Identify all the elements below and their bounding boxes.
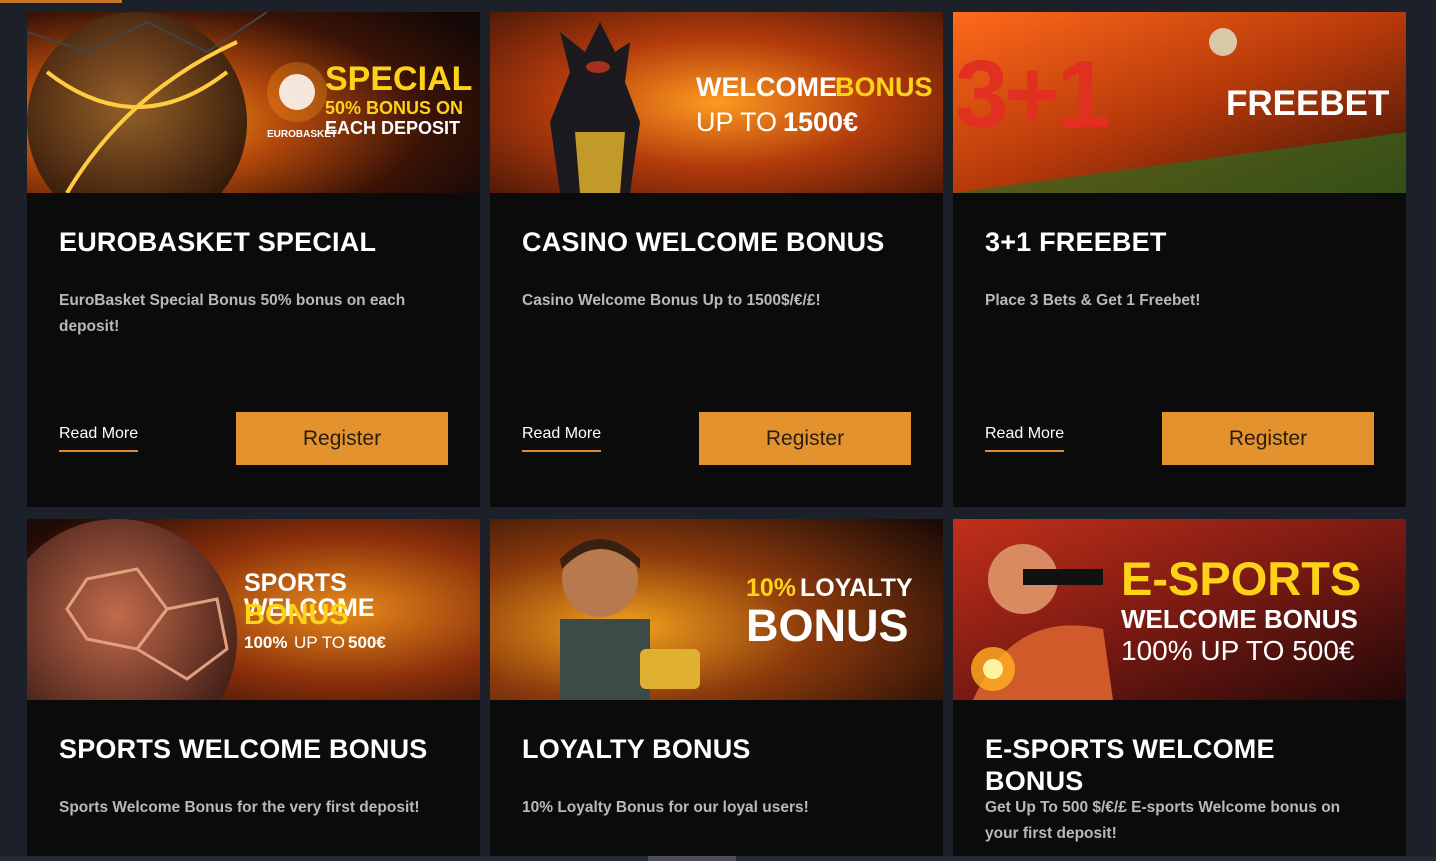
promo-card-body: EUROBASKET SPECIAL EuroBasket Special Bo… xyxy=(27,193,480,507)
banner-big-text: 3+1 xyxy=(955,41,1110,148)
promo-banner-freebet[interactable]: 3+1 FREEBET xyxy=(953,12,1406,193)
promo-card-body: 3+1 FREEBET Place 3 Bets & Get 1 Freebet… xyxy=(953,193,1406,507)
promo-banner-esports[interactable]: E-SPORTS WELCOME BONUS 100% UP TO 500€ xyxy=(953,519,1406,700)
banner-subline-2: EACH DEPOSIT xyxy=(325,118,461,138)
promo-title: E-SPORTS WELCOME BONUS xyxy=(985,734,1275,796)
promo-banner-loyalty[interactable]: 10% LOYALTY BONUS xyxy=(490,519,943,700)
read-more-link[interactable]: Read More xyxy=(985,425,1065,452)
register-button[interactable]: Register xyxy=(1162,412,1374,465)
promo-card-body: CASINO WELCOME BONUS Casino Welcome Bonu… xyxy=(490,193,943,507)
promo-description: EuroBasket Special Bonus 50% bonus on ea… xyxy=(59,292,406,335)
promo-description: Casino Welcome Bonus Up to 1500$/€/£! xyxy=(522,292,821,309)
banner-subline: 50% BONUS ON xyxy=(325,98,464,118)
banner-headline: E-SPORTS xyxy=(1121,552,1362,605)
banner-headline-bonus: BONUS xyxy=(746,600,909,651)
banner-upto: UP TO xyxy=(696,107,778,137)
promo-actions: Read More Register xyxy=(59,412,448,465)
banner-headline: SPECIAL xyxy=(325,60,473,98)
register-button[interactable]: Register xyxy=(236,412,448,465)
promo-banner-eurobasket[interactable]: EUROBASKET SPECIAL 50% BONUS ON EACH DEP… xyxy=(27,12,480,193)
promo-description: 10% Loyalty Bonus for our loyal users! xyxy=(522,799,809,816)
promo-description: Get Up To 500 $/€/£ E-sports Welcome bon… xyxy=(985,799,1341,842)
banner-headline-bonus: BONUS xyxy=(244,599,349,631)
promo-card-casino-welcome: WELCOME BONUS UP TO 1500€ CASINO WELCOME… xyxy=(490,12,943,507)
banner-percent: 100% xyxy=(244,633,288,652)
anubis-image xyxy=(490,12,943,193)
promo-card-freebet: 3+1 FREEBET 3+1 FREEBET Place 3 Bets & G… xyxy=(953,12,1406,507)
banner-percent: 10% xyxy=(746,574,797,602)
promo-card-body: SPORTS WELCOME BONUS Sports Welcome Bonu… xyxy=(27,700,480,861)
read-more-link[interactable]: Read More xyxy=(522,425,602,452)
banner-headline-welcome: WELCOME xyxy=(696,72,837,102)
promo-actions: Read More Register xyxy=(985,412,1374,465)
promo-card-sports-welcome: SPORTS WELCOME BONUS 100% UP TO 500€ SPO… xyxy=(27,519,480,861)
bottom-scrollbar-thumb[interactable] xyxy=(648,856,736,861)
banner-subline: WELCOME BONUS xyxy=(1121,604,1358,634)
banner-amount: 500€ xyxy=(348,633,386,652)
banner-headline: FREEBET xyxy=(1226,84,1390,123)
promo-card-body: E-SPORTS WELCOME BONUS Get Up To 500 $/€… xyxy=(953,700,1406,861)
register-button[interactable]: Register xyxy=(699,412,911,465)
promotions-grid: EUROBASKET SPECIAL 50% BONUS ON EACH DEP… xyxy=(27,12,1407,861)
banner-upto: UP TO xyxy=(294,633,346,652)
promo-description: Sports Welcome Bonus for the very first … xyxy=(59,799,420,816)
promo-title: SPORTS WELCOME BONUS xyxy=(59,734,428,764)
promo-title: EUROBASKET SPECIAL xyxy=(59,227,377,257)
promo-card-eurobasket: EUROBASKET SPECIAL 50% BONUS ON EACH DEP… xyxy=(27,12,480,507)
read-more-link[interactable]: Read More xyxy=(59,425,139,452)
promo-banner-casino[interactable]: WELCOME BONUS UP TO 1500€ xyxy=(490,12,943,193)
promo-title: CASINO WELCOME BONUS xyxy=(522,227,885,257)
promo-actions: Read More Register xyxy=(522,412,911,465)
banner-amount: 1500€ xyxy=(783,107,859,137)
promo-card-body: LOYALTY BONUS 10% Loyalty Bonus for our … xyxy=(490,700,943,861)
top-accent-bar xyxy=(0,0,122,3)
banner-headline: LOYALTY xyxy=(800,574,913,602)
banner-offer: 100% UP TO 500€ xyxy=(1121,635,1355,666)
promo-card-esports-welcome: E-SPORTS WELCOME BONUS 100% UP TO 500€ E… xyxy=(953,519,1406,861)
promo-title: LOYALTY BONUS xyxy=(522,734,751,764)
promo-description: Place 3 Bets & Get 1 Freebet! xyxy=(985,292,1201,309)
promo-title: 3+1 FREEBET xyxy=(985,227,1167,257)
promo-banner-sports[interactable]: SPORTS WELCOME BONUS 100% UP TO 500€ xyxy=(27,519,480,700)
promo-card-loyalty: 10% LOYALTY BONUS LOYALTY BONUS 10% Loya… xyxy=(490,519,943,861)
banner-headline-bonus: BONUS xyxy=(835,72,933,102)
